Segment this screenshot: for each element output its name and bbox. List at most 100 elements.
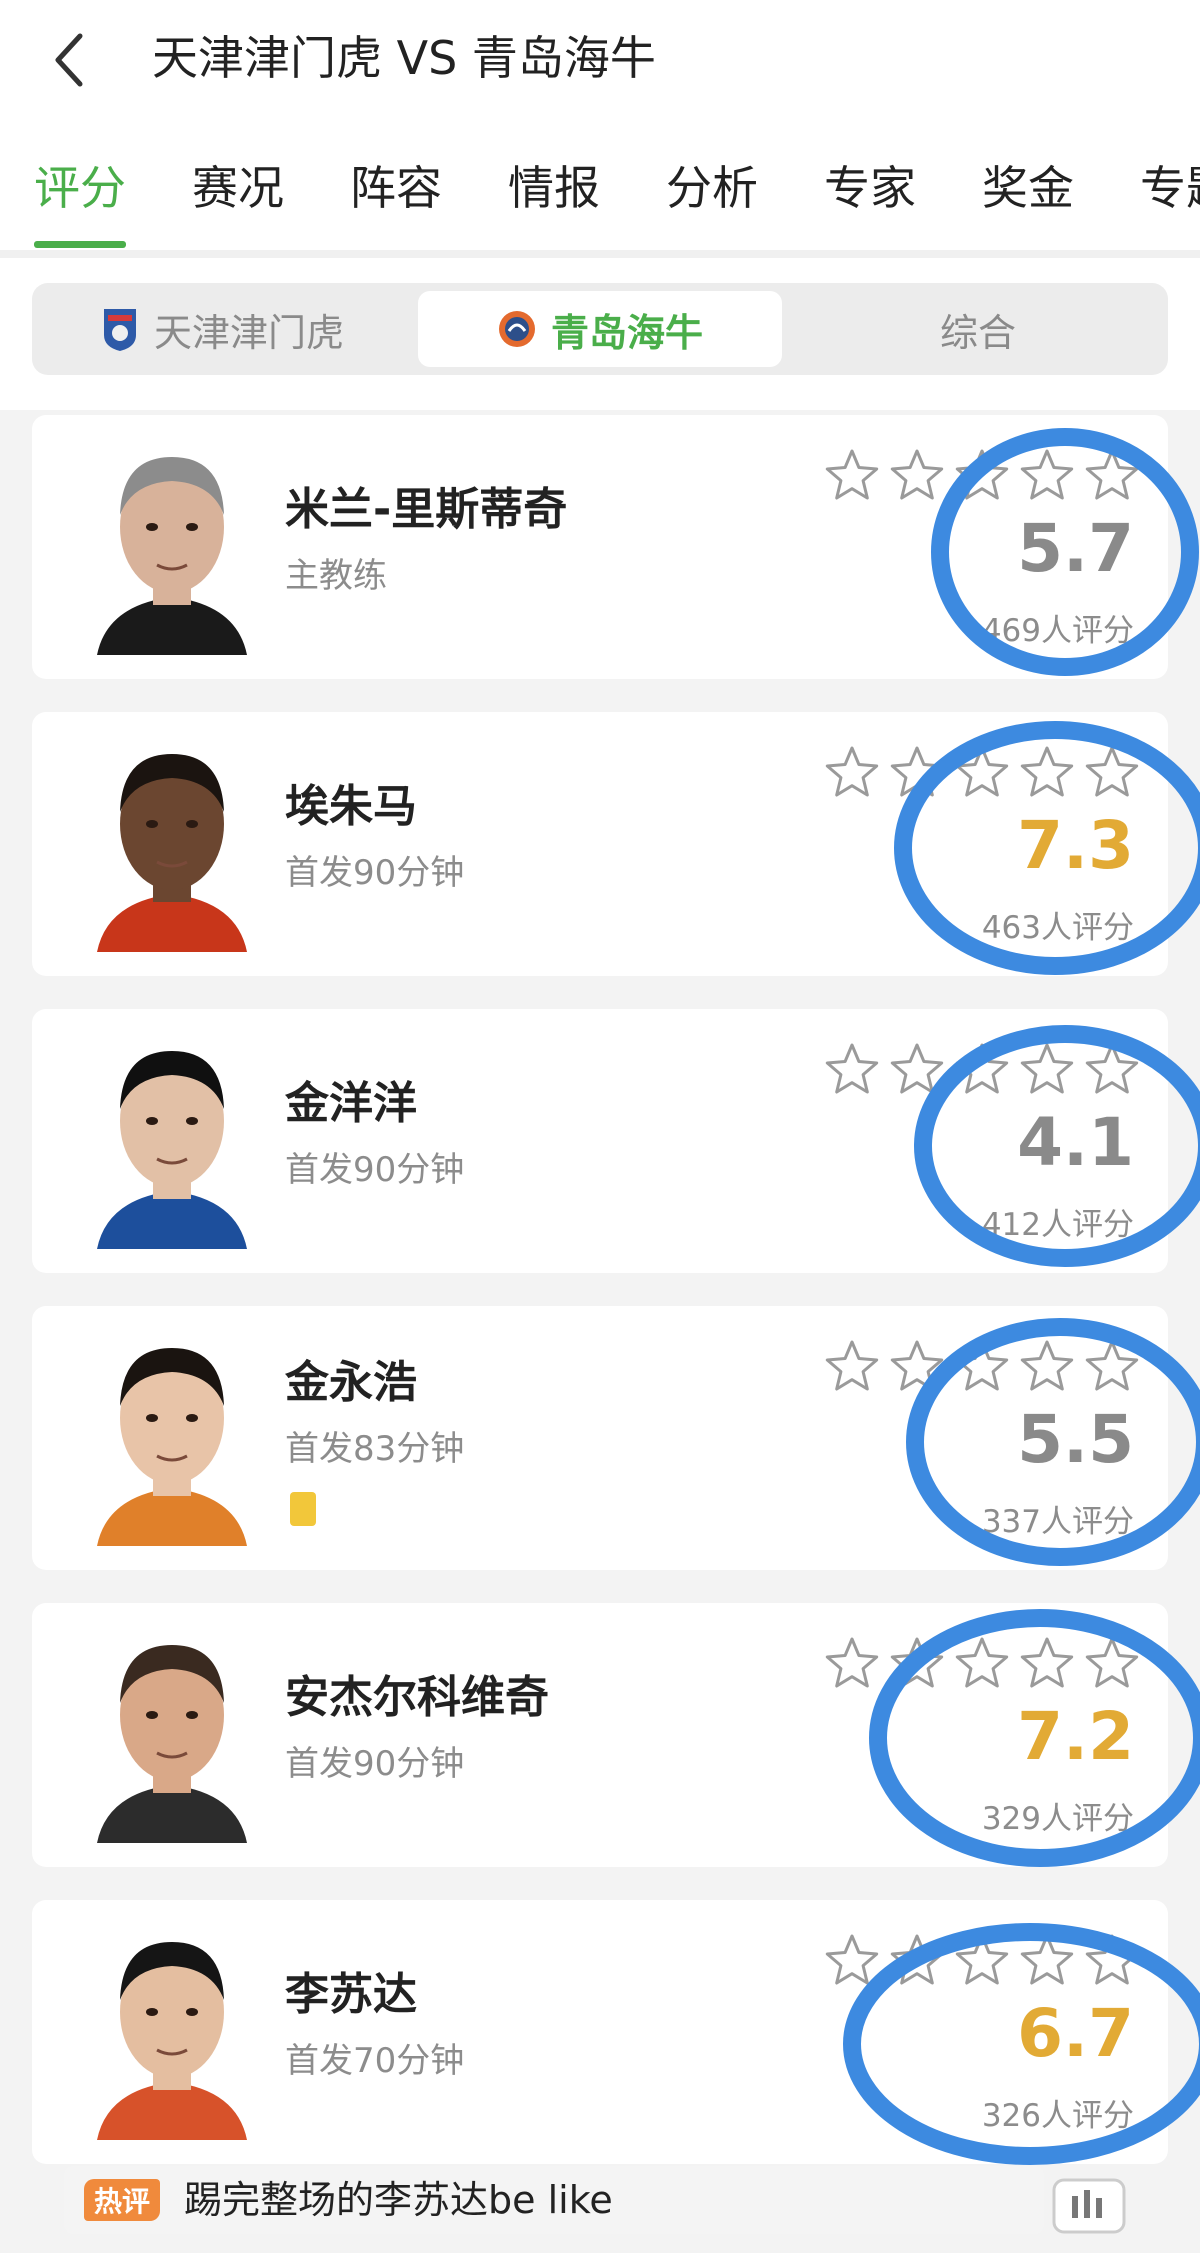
tianjin-logo-icon — [103, 309, 136, 351]
player-name: 米兰-里斯蒂奇 — [285, 484, 568, 535]
tab-experts[interactable]: 专家 — [824, 158, 916, 218]
star-icon[interactable] — [825, 1043, 879, 1094]
star-icon[interactable] — [825, 1637, 879, 1688]
star-icon[interactable] — [890, 1340, 944, 1391]
qingdao-logo-icon — [498, 311, 535, 347]
team-qingdao-tab[interactable]: 青岛海牛 — [418, 291, 782, 367]
star-icon[interactable] — [1085, 449, 1139, 500]
star-icon[interactable] — [955, 1043, 1009, 1094]
comment-fab-icon[interactable] — [1050, 2168, 1130, 2240]
rating-stars[interactable] — [822, 445, 1162, 505]
rating-stars[interactable] — [822, 1930, 1162, 1990]
player-card[interactable]: 金永浩首发83分钟 5.5 337人评分 — [32, 1306, 1168, 1570]
rating-count: 469人评分 — [981, 613, 1134, 649]
player-role: 首发83分钟 — [285, 1429, 465, 1469]
yellow-card-icon — [290, 1492, 316, 1526]
star-icon[interactable] — [825, 1934, 879, 1985]
hot-comment-text: 踢完整场的李苏达be like — [184, 2178, 613, 2222]
player-score: 7.2 — [1017, 1698, 1134, 1775]
star-icon[interactable] — [1020, 1637, 1074, 1688]
star-icon[interactable] — [1085, 746, 1139, 797]
player-card[interactable]: 金洋洋首发90分钟 4.1 412人评分 — [32, 1009, 1168, 1273]
rating-count: 326人评分 — [981, 2098, 1134, 2134]
back-arrow-icon[interactable] — [50, 30, 90, 90]
star-icon[interactable] — [890, 746, 944, 797]
player-role: 首发90分钟 — [285, 853, 465, 893]
team-qingdao-label: 青岛海牛 — [550, 310, 703, 355]
tab-topic[interactable]: 专题 — [1140, 158, 1200, 218]
rating-stars[interactable] — [822, 742, 1162, 802]
star-icon[interactable] — [890, 1934, 944, 1985]
player-card[interactable]: 李苏达首发70分钟 6.7 326人评分 — [32, 1900, 1168, 2164]
hot-comment-bar[interactable]: 热评 踢完整场的李苏达be like — [64, 2166, 1044, 2234]
player-avatar — [97, 457, 247, 655]
player-score: 7.3 — [1017, 807, 1134, 884]
player-avatar — [97, 1942, 247, 2140]
player-card[interactable]: 埃朱马首发90分钟 7.3 463人评分 — [32, 712, 1168, 976]
rating-stars[interactable] — [822, 1039, 1162, 1099]
player-score: 5.5 — [1017, 1401, 1134, 1478]
top-bar: 天津津门虎 VS 青岛海牛 评分 赛况 阵容 情报 分析 专家 奖金 专题 — [0, 0, 1200, 250]
player-role: 首发90分钟 — [285, 1150, 465, 1190]
tab-lineup[interactable]: 阵容 — [350, 158, 442, 218]
star-icon[interactable] — [1085, 1043, 1139, 1094]
star-icon[interactable] — [890, 1637, 944, 1688]
star-icon[interactable] — [825, 449, 879, 500]
tab-analysis[interactable]: 分析 — [666, 158, 758, 218]
player-name: 李苏达 — [285, 1969, 417, 2020]
active-tab-indicator — [34, 241, 126, 248]
rating-stars[interactable] — [822, 1633, 1162, 1693]
star-icon[interactable] — [955, 1340, 1009, 1391]
player-role: 首发90分钟 — [285, 1744, 465, 1784]
team-tianjin-label: 天津津门虎 — [153, 310, 344, 355]
star-icon[interactable] — [1085, 1637, 1139, 1688]
star-icon[interactable] — [890, 449, 944, 500]
tab-rating[interactable]: 评分 — [34, 158, 126, 218]
player-score: 5.7 — [1017, 510, 1134, 587]
rating-count: 337人评分 — [981, 1504, 1134, 1540]
player-avatar — [97, 1645, 247, 1843]
team-tianjin-tab[interactable]: 天津津门虎 — [40, 291, 404, 367]
tab-intel[interactable]: 情报 — [508, 158, 600, 218]
rating-stars[interactable] — [822, 1336, 1162, 1396]
player-avatar — [97, 1051, 247, 1249]
star-icon[interactable] — [1085, 1934, 1139, 1985]
player-score: 4.1 — [1017, 1104, 1134, 1181]
star-icon[interactable] — [825, 1340, 879, 1391]
player-score: 6.7 — [1017, 1995, 1134, 2072]
star-icon[interactable] — [1020, 449, 1074, 500]
star-icon[interactable] — [955, 449, 1009, 500]
player-name: 金洋洋 — [285, 1078, 417, 1129]
player-avatar — [97, 1348, 247, 1546]
hot-comment-badge: 热评 — [84, 2179, 160, 2221]
rating-count: 329人评分 — [981, 1801, 1134, 1837]
team-overall-tab[interactable]: 综合 — [796, 291, 1160, 367]
player-role: 主教练 — [285, 556, 387, 596]
star-icon[interactable] — [890, 1043, 944, 1094]
player-role: 首发70分钟 — [285, 2041, 465, 2081]
tab-live[interactable]: 赛况 — [192, 158, 284, 218]
player-name: 安杰尔科维奇 — [285, 1672, 549, 1723]
star-icon[interactable] — [1085, 1340, 1139, 1391]
page-title: 天津津门虎 VS 青岛海牛 — [152, 31, 656, 85]
rating-count: 463人评分 — [981, 910, 1134, 946]
player-name: 埃朱马 — [285, 781, 417, 832]
star-icon[interactable] — [955, 1934, 1009, 1985]
star-icon[interactable] — [1020, 1934, 1074, 1985]
star-icon[interactable] — [955, 746, 1009, 797]
star-icon[interactable] — [1020, 1043, 1074, 1094]
team-switch-container: 天津津门虎 青岛海牛 综合 — [0, 250, 1200, 410]
player-card[interactable]: 米兰-里斯蒂奇主教练 5.7 469人评分 — [32, 415, 1168, 679]
star-icon[interactable] — [825, 746, 879, 797]
star-icon[interactable] — [1020, 1340, 1074, 1391]
rating-count: 412人评分 — [981, 1207, 1134, 1243]
star-icon[interactable] — [1020, 746, 1074, 797]
team-overall-label: 综合 — [939, 310, 1016, 355]
tab-bar: 评分 赛况 阵容 情报 分析 专家 奖金 专题 — [0, 150, 1200, 250]
tab-prize[interactable]: 奖金 — [982, 158, 1074, 218]
star-icon[interactable] — [955, 1637, 1009, 1688]
player-card[interactable]: 安杰尔科维奇首发90分钟 7.2 329人评分 — [32, 1603, 1168, 1867]
player-name: 金永浩 — [285, 1357, 417, 1408]
player-avatar — [97, 754, 247, 952]
team-switch: 天津津门虎 青岛海牛 综合 — [32, 283, 1168, 375]
